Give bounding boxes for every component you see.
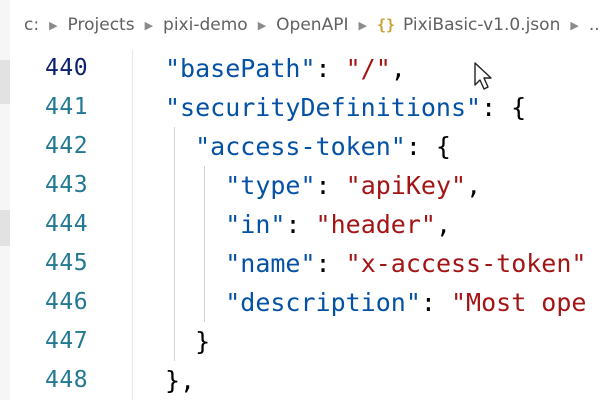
- json-key: "securityDefinitions": [165, 93, 482, 122]
- json-key: "type": [225, 171, 316, 200]
- breadcrumb-file[interactable]: PixiBasic-v1.0.json: [403, 15, 560, 35]
- line-content: "description": "Most ope: [165, 283, 586, 322]
- line-number: 443: [45, 172, 89, 198]
- line-content: "in": "header",: [165, 205, 451, 244]
- json-punctuation: :: [315, 54, 346, 83]
- code-editor[interactable]: c: ▶ Projects ▶ pixi-demo ▶ OpenAPI ▶ {}…: [0, 0, 600, 400]
- chevron-right-icon: ▶: [358, 18, 367, 32]
- mouse-pointer-icon: [474, 62, 492, 90]
- json-string: "Most ope: [451, 288, 587, 317]
- line-number: 447: [45, 328, 89, 354]
- json-key: "basePath": [165, 54, 316, 83]
- json-string: "x-access-token": [345, 249, 587, 278]
- json-string: "apiKey": [345, 171, 467, 200]
- json-punctuation: },: [165, 366, 196, 395]
- json-punctuation: ,: [390, 54, 406, 83]
- json-key: "access-token": [195, 132, 406, 161]
- code-line[interactable]: 445 "name": "x-access-token": [0, 244, 600, 283]
- json-punctuation: ,: [435, 210, 452, 239]
- json-key: "in": [225, 210, 286, 239]
- json-punctuation: : {: [481, 93, 527, 122]
- chevron-right-icon: ▶: [570, 18, 579, 32]
- code-area[interactable]: 440 "basePath": "/", 441 "securityDefinitio…: [0, 49, 600, 400]
- code-line[interactable]: 448},: [0, 361, 600, 400]
- breadcrumb-drive[interactable]: c:: [24, 15, 39, 35]
- json-punctuation: :: [420, 288, 451, 317]
- json-key: "description": [225, 288, 421, 317]
- json-string: "header": [315, 210, 436, 239]
- line-content: "name": "x-access-token": [165, 244, 586, 283]
- line-number: 441: [45, 94, 89, 120]
- breadcrumb-more[interactable]: ...: [589, 15, 600, 35]
- json-string: "/": [345, 54, 391, 83]
- json-punctuation: :: [315, 249, 346, 278]
- code-line[interactable]: 447 }: [0, 322, 600, 361]
- code-line[interactable]: 441 "securityDefinitions": {: [0, 88, 600, 127]
- chevron-right-icon: ▶: [257, 18, 267, 32]
- code-line[interactable]: 440 "basePath": "/",: [0, 49, 600, 88]
- breadcrumb-pixi-demo[interactable]: pixi-demo: [163, 15, 248, 35]
- line-number: 440: [45, 55, 89, 81]
- line-content: "access-token": {: [165, 127, 451, 166]
- line-number: 448: [45, 367, 89, 393]
- json-punctuation: : {: [405, 132, 451, 161]
- json-punctuation: :: [285, 210, 316, 239]
- json-punctuation: :: [315, 171, 346, 200]
- json-punctuation: ,: [466, 171, 482, 200]
- line-content: }: [165, 322, 210, 361]
- line-content: },: [165, 361, 195, 400]
- line-number: 445: [45, 250, 89, 276]
- line-content: "basePath": "/",: [165, 49, 406, 88]
- breadcrumb: c: ▶ Projects ▶ pixi-demo ▶ OpenAPI ▶ {}…: [0, 0, 600, 50]
- json-key: "name": [225, 249, 316, 278]
- code-line[interactable]: 442 "access-token": {: [0, 127, 600, 166]
- breadcrumb-projects[interactable]: Projects: [68, 15, 135, 35]
- line-number: 446: [45, 289, 89, 315]
- line-number: 444: [45, 211, 89, 237]
- line-content: "type": "apiKey",: [165, 166, 481, 205]
- code-line[interactable]: 446 "description": "Most ope: [0, 283, 600, 322]
- chevron-right-icon: ▶: [49, 18, 58, 32]
- chevron-right-icon: ▶: [144, 18, 154, 32]
- code-line[interactable]: 443 "type": "apiKey",: [0, 166, 600, 205]
- json-punctuation: }: [195, 327, 211, 356]
- code-line[interactable]: 444 "in": "header",: [0, 205, 600, 244]
- breadcrumb-openapi[interactable]: OpenAPI: [276, 15, 348, 35]
- line-content: "securityDefinitions": {: [165, 88, 526, 127]
- json-file-icon: {}: [376, 16, 396, 34]
- line-number: 442: [45, 133, 89, 159]
